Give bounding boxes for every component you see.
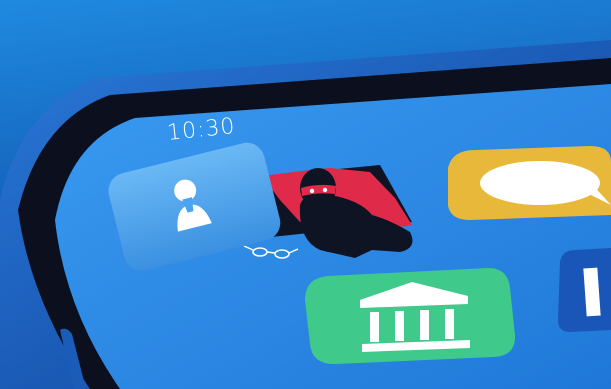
hacker-eye-right bbox=[322, 187, 328, 193]
bank-app-icon[interactable] bbox=[305, 268, 516, 365]
partial-app-icon[interactable] bbox=[558, 248, 611, 332]
phone-illustration: 10:30 bbox=[0, 0, 611, 389]
messages-app-icon[interactable] bbox=[448, 146, 611, 220]
illustration-canvas: 10:30 bbox=[0, 0, 611, 389]
speech-bubble-icon bbox=[480, 161, 600, 205]
hacker-eye-left bbox=[309, 188, 315, 194]
